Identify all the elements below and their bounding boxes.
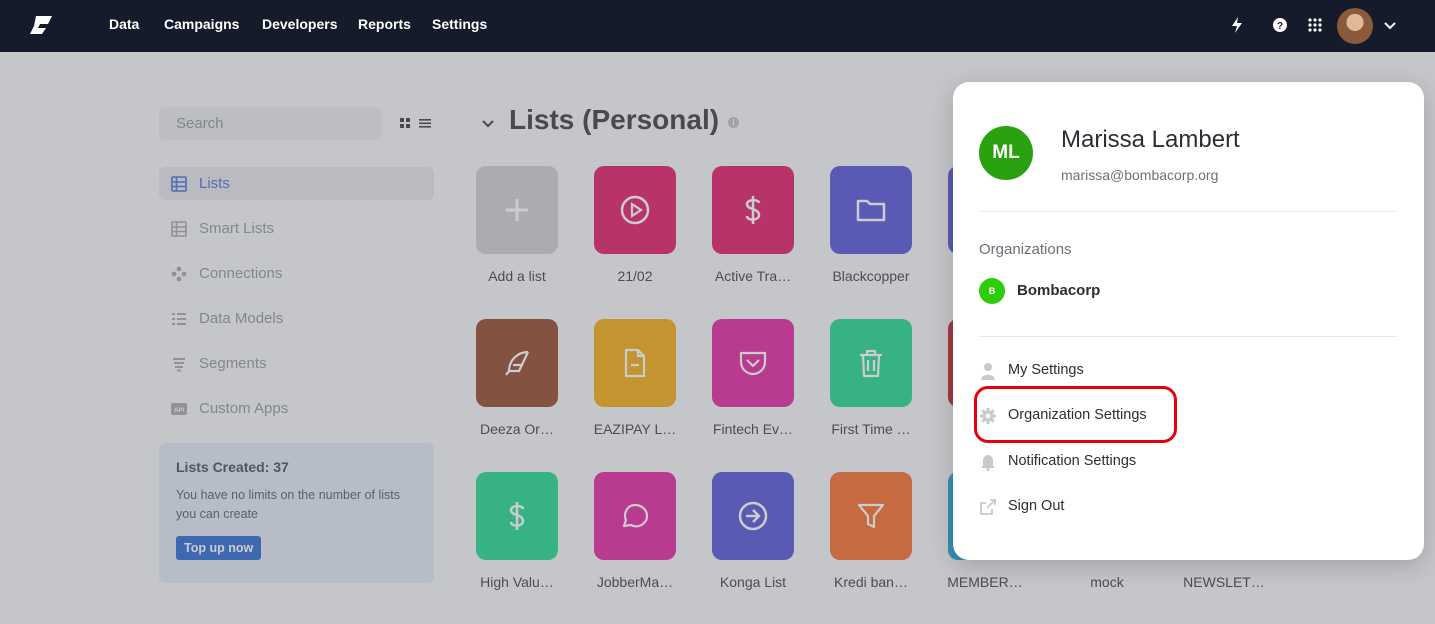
profile-initials-avatar: ML [979,126,1033,180]
chevron-down-icon[interactable] [1383,18,1397,32]
bell-icon [981,455,995,471]
org-name[interactable]: Bombacorp [1017,282,1100,299]
user-icon [981,363,995,380]
apps-grid-icon[interactable] [1306,16,1324,34]
annotation-highlight [974,386,1177,443]
external-link-icon [980,499,996,515]
org-avatar: B [979,278,1005,304]
my-settings-item[interactable]: My Settings [979,359,1179,383]
nav-settings[interactable]: Settings [432,16,487,32]
menu-item-label: My Settings [1008,362,1084,378]
profile-name: Marissa Lambert [1061,126,1240,153]
profile-menu: ML Marissa Lambert marissa@bombacorp.org… [953,82,1424,560]
menu-item-label: Notification Settings [1008,453,1137,469]
divider [979,336,1397,337]
svg-text:?: ? [1277,21,1283,32]
divider [979,211,1397,212]
organizations-heading: Organizations [979,241,1072,258]
menu-item-label: Sign Out [1008,498,1065,514]
nav-data[interactable]: Data [109,16,139,32]
profile-email: marissa@bombacorp.org [1061,167,1219,183]
nav-developers[interactable]: Developers [262,16,337,32]
help-icon[interactable]: ? [1271,16,1289,34]
user-avatar[interactable] [1337,8,1373,44]
nav-campaigns[interactable]: Campaigns [164,16,239,32]
sign-out-item[interactable]: Sign Out [979,495,1179,519]
notification-settings-item[interactable]: Notification Settings [979,450,1179,474]
brand-logo-icon[interactable] [28,14,56,36]
nav-reports[interactable]: Reports [358,16,411,32]
lightning-icon[interactable] [1228,16,1246,34]
top-nav-bar: Data Campaigns Developers Reports Settin… [0,0,1435,52]
